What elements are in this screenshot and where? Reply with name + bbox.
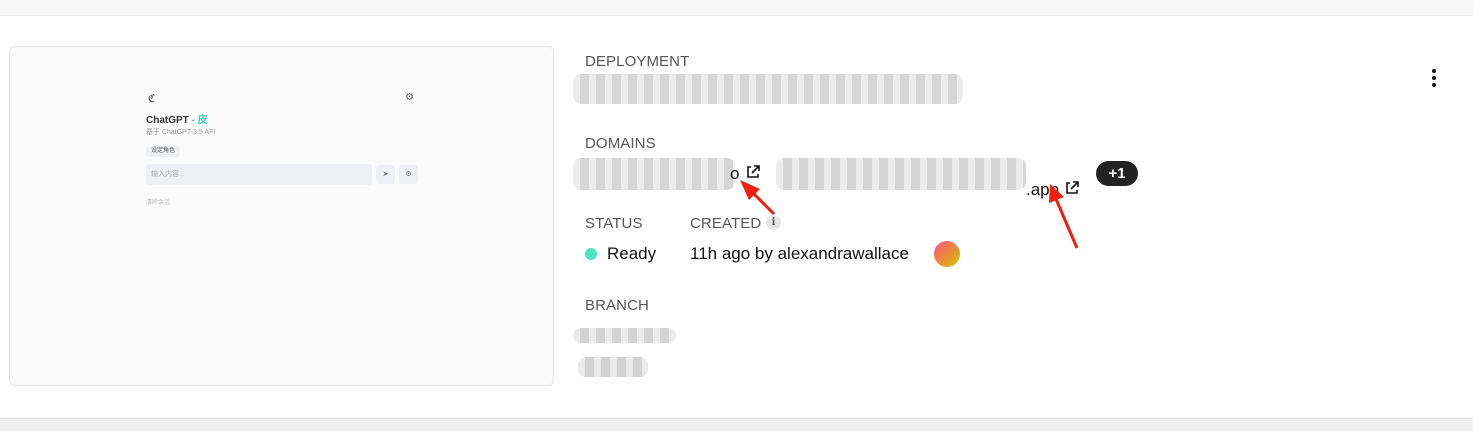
deployment-card: ℭ ⚙ ChatGPT - 皮 基于 ChatGPT-3.5 API 设定角色 … xyxy=(0,16,1473,418)
preview-send-icon: ➤ xyxy=(376,165,395,184)
external-link-icon[interactable] xyxy=(745,164,761,180)
deployment-preview-thumbnail[interactable]: ℭ ⚙ ChatGPT - 皮 基于 ChatGPT-3.5 API 设定角色 … xyxy=(9,46,554,386)
branch-redacted-line-1[interactable] xyxy=(573,328,676,343)
status-value: Ready xyxy=(607,244,657,263)
preview-role-button: 设定角色 xyxy=(146,146,181,157)
preview-title: ChatGPT - 皮 xyxy=(146,111,208,126)
domain-1-suffix[interactable]: o xyxy=(730,164,739,184)
created-label: CREATED xyxy=(690,215,762,232)
external-link-icon[interactable] xyxy=(1064,180,1080,196)
more-options-kebab-icon[interactable] xyxy=(1423,66,1445,90)
branch-label: BRANCH xyxy=(585,297,649,314)
status-dot xyxy=(585,248,597,260)
deployment-url-redacted[interactable] xyxy=(573,74,963,104)
preview-title-main: ChatGPT xyxy=(146,115,189,126)
preview-title-sep: - xyxy=(188,115,198,126)
domain-2-suffix[interactable]: .app xyxy=(1026,180,1059,200)
info-icon[interactable]: i xyxy=(766,215,781,230)
bottom-strip xyxy=(0,418,1473,431)
status-label: STATUS xyxy=(585,215,643,232)
branch-redacted-line-2[interactable] xyxy=(578,357,648,377)
avatar[interactable] xyxy=(934,241,960,267)
preview-logo-icon: ℭ xyxy=(148,93,156,105)
preview-title-accent: 皮 xyxy=(197,115,208,126)
preview-hint: 清除会话 xyxy=(146,200,171,206)
preview-subtitle: 基于 ChatGPT-3.5 API xyxy=(146,129,216,136)
preview-input: 输入内容... xyxy=(146,164,372,185)
domains-label: DOMAINS xyxy=(585,135,656,152)
top-strip xyxy=(0,0,1473,16)
domain-2-redacted[interactable] xyxy=(776,158,1026,190)
more-domains-badge[interactable]: +1 xyxy=(1096,161,1138,186)
preview-gear-icon: ⚙ xyxy=(405,92,414,103)
domain-1-redacted[interactable] xyxy=(573,158,735,190)
preview-clear-icon: ⚙ xyxy=(399,165,418,184)
created-value: 11h ago by alexandrawallace xyxy=(690,244,909,263)
deployment-label: DEPLOYMENT xyxy=(585,53,690,70)
